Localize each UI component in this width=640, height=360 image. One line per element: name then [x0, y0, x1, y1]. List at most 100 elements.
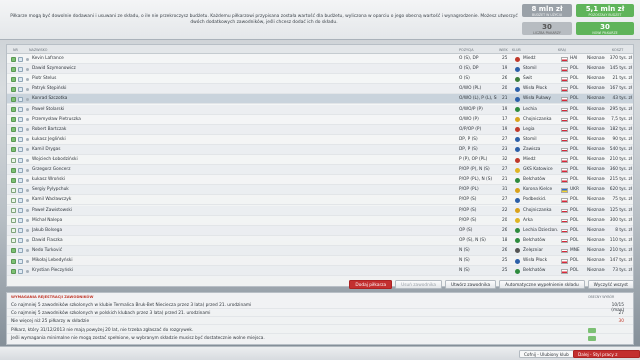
player-club[interactable]: Żelęzniar	[514, 246, 558, 256]
player-club[interactable]: Bełchatów	[514, 175, 558, 185]
player-club[interactable]: Bełchatów	[514, 266, 558, 276]
player-name[interactable]: Kevin Lafrance	[32, 54, 452, 64]
player-name[interactable]: Patryk Stępiński	[32, 84, 452, 94]
select-checkbox[interactable]	[11, 197, 16, 203]
player-club[interactable]: Chojniczanka	[514, 206, 558, 216]
player-club[interactable]: Legia	[514, 125, 558, 135]
player-club[interactable]: GKS Katowice	[514, 165, 558, 175]
player-name[interactable]: Kamil Wacławczyk	[32, 195, 452, 205]
player-name[interactable]: Przemysław Pietruszka	[32, 115, 452, 125]
player-club[interactable]: Bełchatów	[514, 236, 558, 246]
table-row[interactable]: Michał Nalepa P/OP (S) 20 Arka POL Nieznane 30…	[7, 216, 633, 226]
select-checkbox[interactable]	[11, 167, 16, 173]
player-club[interactable]: Stomil	[514, 64, 558, 74]
table-row[interactable]: Krystian Pieczyński N (S) 25 Bełchatów POL Ni…	[7, 266, 633, 277]
table-row[interactable]: Piotr Stelus O (S) 26 Świt POL Nieznane 21 tys…	[7, 74, 633, 85]
select-checkbox[interactable]	[11, 228, 16, 234]
table-row[interactable]: Jakub Bolsega OP (S) 26 Lechia Dzierżon. POL…	[7, 225, 633, 236]
player-name[interactable]: Kamil Drygas	[32, 145, 452, 155]
player-name[interactable]: Dawid Szymonowicz	[32, 64, 452, 74]
table-row[interactable]: Kamil Drygas DP, P (S) 23 Zawisza POL Nieznan…	[7, 144, 633, 155]
player-name[interactable]: Dawid Flaszka	[32, 236, 452, 246]
select-checkbox[interactable]	[11, 208, 16, 213]
player-club[interactable]: Chojniczanka	[514, 115, 558, 125]
select-checkbox[interactable]	[11, 218, 16, 224]
player-name[interactable]: Konrad Szczotka	[32, 94, 452, 104]
remove-player-button[interactable]: Usuń zawodnika	[395, 280, 443, 289]
table-row[interactable]: Przemysław Pietruszka O/WO (P) 17 Chojnicza…	[7, 115, 633, 125]
player-name[interactable]: Nedo Turković	[32, 246, 452, 256]
player-club[interactable]: Wisła Puławy	[514, 94, 558, 104]
player-name[interactable]: Wojciech Łobodziński	[32, 155, 452, 165]
player-name[interactable]: Jakub Bolsega	[32, 226, 452, 236]
select-checkbox[interactable]	[11, 187, 16, 193]
select-checkbox[interactable]	[11, 268, 16, 274]
select-checkbox[interactable]	[11, 66, 16, 72]
player-club[interactable]: Wisła Płock	[514, 256, 558, 266]
player-name[interactable]: Sergiy Pylypchuk	[32, 185, 452, 195]
player-club[interactable]: Korona Kielce	[514, 185, 558, 195]
player-club[interactable]: Zawisza	[514, 145, 558, 155]
player-name[interactable]: Łukasz Wroński	[32, 175, 452, 185]
select-checkbox[interactable]	[11, 117, 16, 123]
player-name[interactable]: Paweł Zawistowski	[32, 206, 452, 216]
col-nat[interactable]: KRAJ	[558, 48, 566, 52]
table-row[interactable]: Nedo Turković N (S) 26 Żelęzniar MNE Nieznane…	[7, 245, 633, 256]
player-name[interactable]: Paweł Stolarski	[32, 105, 452, 115]
table-row[interactable]: Grzegorz Goncerz P/OP (P), N (S) 27 GKS Kat…	[7, 165, 633, 176]
select-checkbox[interactable]	[11, 177, 16, 183]
select-checkbox[interactable]	[11, 76, 16, 82]
table-row[interactable]: Dawid Szymonowicz O (S), DP 19 Stomil POL Nie…	[7, 64, 633, 75]
table-row[interactable]: Mikołaj Lebedyński N (S) 25 Wisła Płock POL N…	[7, 256, 633, 267]
player-name[interactable]: Mikołaj Lebedyński	[32, 256, 452, 266]
table-row[interactable]: Dawid Flaszka OP (S), N (S) 18 Bełchatów POL…	[7, 236, 633, 246]
table-row[interactable]: Wojciech Łobodziński P (P), OP (PL) 32 Mied…	[7, 155, 633, 166]
table-row[interactable]: Paweł Zawistowski P/OP (S) 22 Chojniczanka P…	[7, 205, 633, 216]
select-checkbox[interactable]	[11, 56, 16, 62]
col-club[interactable]: KLUB	[512, 48, 521, 52]
table-row[interactable]: Patryk Stępiński O/WO (PL) 20 Wisła Płock PO…	[7, 84, 633, 95]
col-nr[interactable]: NR	[13, 48, 18, 52]
select-checkbox[interactable]	[11, 107, 16, 112]
back-button[interactable]: Cofnij - Ulubiony klub	[519, 350, 574, 358]
player-club[interactable]: Miedź	[514, 155, 558, 165]
table-row[interactable]: Łukasz Jegliński DP, P (S) 27 Stomil POL Niez…	[7, 135, 633, 145]
table-row[interactable]: Paweł Stolarski O/WO/P (P) 19 Lechia POL Niez…	[7, 104, 633, 115]
select-checkbox[interactable]	[11, 258, 16, 264]
table-row[interactable]: Konrad Szczotka O/WO (L), P (L), SP 21 Wisł…	[7, 94, 633, 105]
player-name[interactable]: Grzegorz Goncerz	[32, 165, 452, 175]
next-button[interactable]: Dalej - Styl pracy z zespołem	[573, 350, 640, 358]
select-checkbox[interactable]	[11, 248, 16, 254]
player-name[interactable]: Piotr Stelus	[32, 74, 452, 84]
player-club[interactable]: Wisła Płock	[514, 84, 558, 94]
player-club[interactable]: Lechia Dzierżon.	[514, 226, 558, 236]
table-row[interactable]: Kevin Lafrance O (S), DP 25 Miedź HAI Nieznan…	[7, 54, 633, 65]
player-name[interactable]: Łukasz Jegliński	[32, 135, 452, 145]
select-checkbox[interactable]	[11, 147, 16, 153]
table-row[interactable]: Kamil Wacławczyk P/OP (S) 27 Podbeskid. POL N…	[7, 195, 633, 206]
player-name[interactable]: Robert Bartczak	[32, 125, 452, 135]
col-value[interactable]: KOSZT	[612, 48, 623, 52]
select-checkbox[interactable]	[11, 238, 16, 244]
player-club[interactable]: Lechia	[514, 105, 558, 115]
select-checkbox[interactable]	[11, 157, 16, 163]
col-age[interactable]: WIEK	[499, 48, 508, 52]
table-row[interactable]: Łukasz Wroński P/OP (PL), N (S) 21 Bełcható…	[7, 175, 633, 186]
player-name[interactable]: Krystian Pieczyński	[32, 266, 452, 276]
select-checkbox[interactable]	[11, 137, 16, 143]
clear-all-button[interactable]: Wyczyść wszyst	[587, 280, 634, 289]
player-club[interactable]: Podbeskid.	[514, 195, 558, 205]
create-player-button[interactable]: Utwórz zawodnika	[445, 280, 497, 289]
col-position[interactable]: POZYCJA	[459, 48, 474, 52]
player-club[interactable]: Arka	[514, 216, 558, 226]
table-row[interactable]: Sergiy Pylypchuk P/OP (PL) 31 Korona Kielce…	[7, 185, 633, 196]
player-name[interactable]: Michał Nalepa	[32, 216, 452, 226]
player-club[interactable]: Świt	[514, 74, 558, 84]
select-checkbox[interactable]	[11, 96, 16, 102]
select-checkbox[interactable]	[11, 127, 16, 133]
auto-fill-button[interactable]: Automatyczne wypełnienie składu	[499, 280, 585, 289]
player-club[interactable]: Stomil	[514, 135, 558, 145]
table-row[interactable]: Robert Bartczak O/P/OP (P) 19 Legia POL Niezn…	[7, 124, 633, 135]
add-player-button[interactable]: Dodaj piłkarza	[349, 280, 393, 289]
select-checkbox[interactable]	[11, 86, 16, 92]
